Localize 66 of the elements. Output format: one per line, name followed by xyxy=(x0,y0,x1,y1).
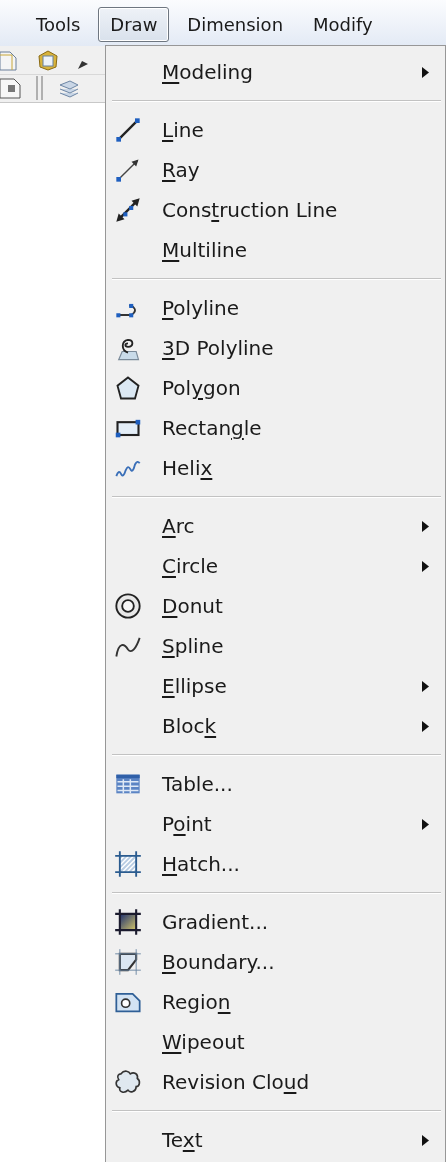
menu-item[interactable]: Circle xyxy=(106,546,445,586)
menu-item[interactable]: Donut xyxy=(106,586,445,626)
line-icon xyxy=(114,116,142,144)
menu-item-label: Modeling xyxy=(162,60,253,84)
menu-item-label: Ellipse xyxy=(162,674,227,698)
document-icon[interactable] xyxy=(0,77,22,100)
menu-item-label: Ray xyxy=(162,158,200,182)
menu-item[interactable]: Table... xyxy=(106,764,445,804)
menu-item-label: Gradient... xyxy=(162,910,269,934)
menu-item-label: Helix xyxy=(162,456,213,480)
menu-item-label: Table... xyxy=(162,772,233,796)
menu-item[interactable]: Polygon xyxy=(106,368,445,408)
menu-item-label: Rectangle xyxy=(162,416,262,440)
menu-item-label: Revision Cloud xyxy=(162,1070,310,1094)
menu-item-label: Multiline xyxy=(162,238,247,262)
gradient-icon xyxy=(114,908,142,936)
menu-item-label: Spline xyxy=(162,634,224,658)
menu-item[interactable]: Construction Line xyxy=(106,190,445,230)
menu-item[interactable]: Hatch... xyxy=(106,844,445,884)
menu-item[interactable]: Helix xyxy=(106,448,445,488)
menu-item-label: Point xyxy=(162,812,212,836)
menu-item[interactable]: Modeling xyxy=(106,52,445,92)
double-arrow-line-icon xyxy=(114,196,142,224)
boundary-icon xyxy=(114,948,142,976)
menu-item[interactable]: Arc xyxy=(106,506,445,546)
cloud-icon xyxy=(114,1068,142,1096)
menu-item-label: Text xyxy=(162,1128,203,1152)
donut-icon xyxy=(114,592,142,620)
grip-icon xyxy=(36,76,44,101)
document-icon[interactable] xyxy=(0,48,18,71)
pentagon-icon xyxy=(114,374,142,402)
menu-item[interactable]: Ellipse xyxy=(106,666,445,706)
menu-item-label: Construction Line xyxy=(162,198,338,222)
menu-item-label: Region xyxy=(162,990,231,1014)
menu-item[interactable]: Point xyxy=(106,804,445,844)
menu-item[interactable]: Rectangle xyxy=(106,408,445,448)
menu-item[interactable]: 3D Polyline xyxy=(106,328,445,368)
menu-item[interactable]: Ray xyxy=(106,150,445,190)
hatch-icon xyxy=(114,850,142,878)
menu-item-label: Line xyxy=(162,118,204,142)
menu-item-label: Circle xyxy=(162,554,219,578)
menu-item-label: Boundary... xyxy=(162,950,275,974)
menubar-item[interactable]: Draw xyxy=(98,7,170,42)
menu-item[interactable]: Polyline xyxy=(106,288,445,328)
menubar-item[interactable]: Tools xyxy=(24,7,93,42)
menu-item[interactable]: Block xyxy=(106,706,445,746)
menu-item-label: Polygon xyxy=(162,376,241,400)
menu-item-label: Block xyxy=(162,714,217,738)
menu-item-label: Hatch... xyxy=(162,852,240,876)
menubar-item[interactable]: Dimension xyxy=(175,7,296,42)
menu-item[interactable]: Spline xyxy=(106,626,445,666)
menu-item-label: Wipeout xyxy=(162,1030,245,1054)
menu-item[interactable]: Line xyxy=(106,110,445,150)
menu-item-label: Donut xyxy=(162,594,223,618)
menubar-item[interactable]: Modify xyxy=(301,7,385,42)
menu-item[interactable]: Region xyxy=(106,982,445,1022)
menu-item[interactable]: Boundary... xyxy=(106,942,445,982)
menu-item[interactable]: Text xyxy=(106,1120,445,1160)
layers-icon[interactable] xyxy=(58,77,78,100)
menu-item-label: 3D Polyline xyxy=(162,336,274,360)
menu-item[interactable]: Multiline xyxy=(106,230,445,270)
menu-item[interactable]: Wipeout xyxy=(106,1022,445,1062)
menu-item[interactable]: Gradient... xyxy=(106,902,445,942)
menu-item-label: Polyline xyxy=(162,296,240,320)
menu-item[interactable]: Revision Cloud xyxy=(106,1062,445,1102)
menu-item-label: Arc xyxy=(162,514,195,538)
